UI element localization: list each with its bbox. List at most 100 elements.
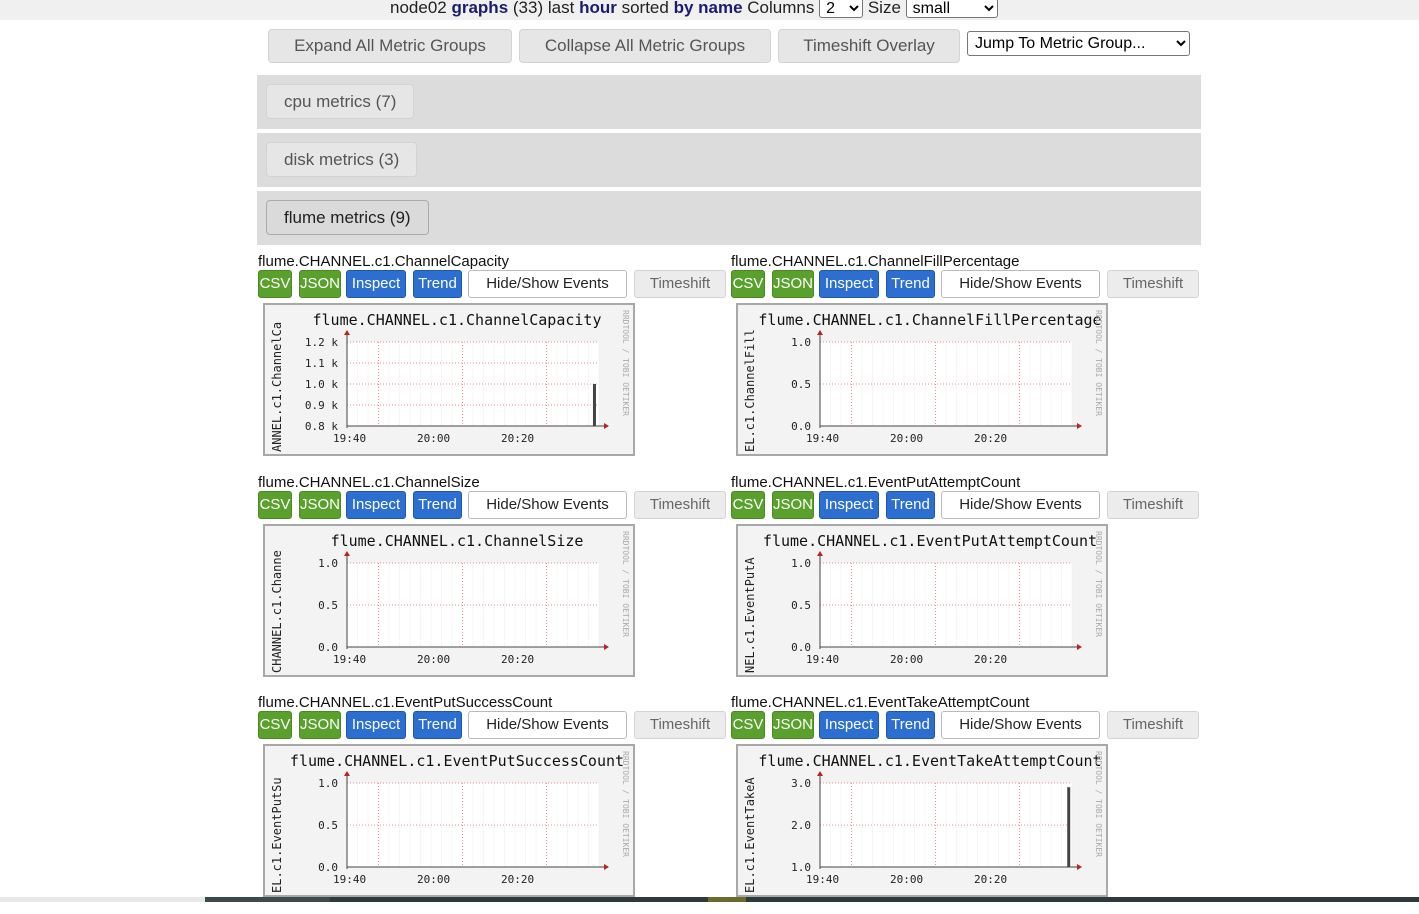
csv-button[interactable]: CSV [731,270,765,298]
json-button[interactable]: JSON [299,270,341,298]
json-button[interactable]: JSON [772,491,814,519]
y-tick-label: 1.0 [791,557,811,570]
graph-inner-title: flume.CHANNEL.c1.ChannelSize [331,532,584,550]
hide-show-events-button[interactable]: Hide/Show Events [941,491,1100,519]
size-label: Size [867,0,901,17]
x-tick-label: 19:40 [806,432,839,445]
graph-inner-title: flume.CHANNEL.c1.EventTakeAttemptCount [758,752,1101,770]
cpu-metrics-group-button[interactable]: cpu metrics (7) [266,84,415,119]
columns-select[interactable]: 2 [819,0,864,18]
graph-image[interactable]: 1.0 0.5 0.0 19:40 20:00 20:20 flume.CHANNEL.c1… [263,744,635,897]
group-bar-flume: flume metrics (9) [257,191,1201,245]
y-tick-label: 0.5 [318,599,338,612]
x-tick-label: 19:40 [806,873,839,886]
trend-button[interactable]: Trend [886,270,935,298]
hide-show-events-button[interactable]: Hide/Show Events [468,270,627,298]
jump-to-metric-group-select[interactable]: Jump To Metric Group... [967,31,1190,56]
inspect-button[interactable]: Inspect [346,491,406,519]
trend-button[interactable]: Trend [886,491,935,519]
timeshift-button[interactable]: Timeshift [634,270,726,298]
sorted-word: sorted [621,0,669,17]
json-button[interactable]: JSON [772,270,814,298]
flume-metrics-group-button[interactable]: flume metrics (9) [266,200,429,235]
graph-image[interactable]: 1.0 0.5 0.0 19:40 20:00 20:20 flume.CHANNEL.c1… [736,303,1108,456]
inspect-button[interactable]: Inspect [346,711,406,739]
graph-count: (33) [512,0,544,17]
sort-by: by name [673,0,743,17]
y-tick-label: 1.0 [791,336,811,349]
trend-button[interactable]: Trend [413,711,462,739]
graph-inner-title: flume.CHANNEL.c1.ChannelCapacity [313,311,602,329]
y-axis-arrow [344,330,350,335]
timeshift-overlay-button[interactable]: Timeshift Overlay [778,29,960,63]
graph-title: flume.CHANNEL.c1.EventPutSuccessCount [258,694,553,711]
hide-show-events-button[interactable]: Hide/Show Events [468,711,627,739]
csv-button[interactable]: CSV [731,491,765,519]
json-button[interactable]: JSON [772,711,814,739]
rrd-graph-svg: 1.00.50.019:40 20:00 20:20flume.CHANNEL.c1… [743,531,1103,673]
rrd-graph-svg: 1.00.50.019:40 20:00 20:20flume.CHANNEL.c1… [743,310,1103,452]
graph-image[interactable]: 1.2 k 1.1 k 1.0 k 0.9 k 0.8 k 19:40 20:00 20:20… [263,303,635,456]
trend-button[interactable]: Trend [886,711,935,739]
y-axis-arrow [344,771,350,776]
x-tick-label: 20:20 [501,653,534,666]
graph-image[interactable]: 1.0 0.5 0.0 19:40 20:00 20:20 flume.CHANNEL.c1… [736,524,1108,677]
inspect-button[interactable]: Inspect [819,270,879,298]
graph-title: flume.CHANNEL.c1.ChannelSize [258,474,480,491]
rrd-graph-svg: 1.2 k1.1 k1.0 k0.9 k0.8 k19:40 20:00 20:20… [270,310,630,452]
timeshift-button[interactable]: Timeshift [634,491,726,519]
trend-button[interactable]: Trend [413,491,462,519]
y-axis-label: EL.c1.ChannelFill [743,329,757,452]
trend-button[interactable]: Trend [413,270,462,298]
timeshift-button[interactable]: Timeshift [1107,491,1199,519]
hide-show-events-button[interactable]: Hide/Show Events [941,270,1100,298]
timeshift-button[interactable]: Timeshift [1107,711,1199,739]
csv-button[interactable]: CSV [258,270,292,298]
host-name: node02 [390,0,447,17]
hide-show-events-button[interactable]: Hide/Show Events [941,711,1100,739]
rrdtool-watermark: RRDTOOL / TOBI OETIKER [621,531,630,637]
x-tick-label: 20:00 [890,432,923,445]
graph-image[interactable]: 3.0 2.0 1.0 19:40 20:00 20:20 flume.CHANNEL.c1… [736,744,1108,897]
csv-button[interactable]: CSV [258,491,292,519]
size-select[interactable]: small [905,0,998,18]
x-tick-label: 20:00 [890,873,923,886]
x-tick-label: 19:40 [806,653,839,666]
y-axis-label: ANNEL.c1.ChannelCa [270,322,284,452]
timeshift-button[interactable]: Timeshift [1107,270,1199,298]
x-axis-arrow [1077,644,1082,650]
rrd-graph-svg: 3.02.01.019:40 20:00 20:20flume.CHANNEL.c1… [743,751,1103,893]
hide-show-events-button[interactable]: Hide/Show Events [468,491,627,519]
x-tick-label: 20:00 [417,432,450,445]
disk-metrics-group-button[interactable]: disk metrics (3) [266,142,418,177]
rrdtool-watermark: RRDTOOL / TOBI OETIKER [1094,531,1103,637]
y-axis-label: EL.c1.EventTakeA [743,777,757,893]
collapse-all-button[interactable]: Collapse All Metric Groups [519,29,771,63]
y-tick-label: 1.1 k [305,357,338,370]
rrd-graph-svg: 1.00.50.019:40 20:00 20:20flume.CHANNEL.c1… [270,531,630,673]
x-tick-label: 20:20 [974,873,1007,886]
rrd-graph-svg: 1.00.50.019:40 20:00 20:20flume.CHANNEL.c1… [270,751,630,893]
x-tick-label: 20:20 [501,873,534,886]
y-tick-label: 0.9 k [305,399,338,412]
x-tick-label: 19:40 [333,653,366,666]
x-axis-arrow [604,864,609,870]
x-tick-label: 20:00 [890,653,923,666]
graph-image[interactable]: 1.0 0.5 0.0 19:40 20:00 20:20 flume.CHANNEL.c1… [263,524,635,677]
timeshift-button[interactable]: Timeshift [634,711,726,739]
group-bar-disk: disk metrics (3) [257,133,1201,187]
expand-all-button[interactable]: Expand All Metric Groups [268,29,512,63]
y-axis-arrow [344,551,350,556]
csv-button[interactable]: CSV [258,711,292,739]
json-button[interactable]: JSON [299,711,341,739]
inspect-button[interactable]: Inspect [819,711,879,739]
group-bar-cpu: cpu metrics (7) [257,75,1201,129]
inspect-button[interactable]: Inspect [819,491,879,519]
json-button[interactable]: JSON [299,491,341,519]
columns-label: Columns [747,0,815,17]
x-tick-label: 20:20 [974,653,1007,666]
rrdtool-watermark: RRDTOOL / TOBI OETIKER [621,751,630,857]
csv-button[interactable]: CSV [731,711,765,739]
bottom-taskbar-edge [0,897,1419,902]
inspect-button[interactable]: Inspect [346,270,406,298]
